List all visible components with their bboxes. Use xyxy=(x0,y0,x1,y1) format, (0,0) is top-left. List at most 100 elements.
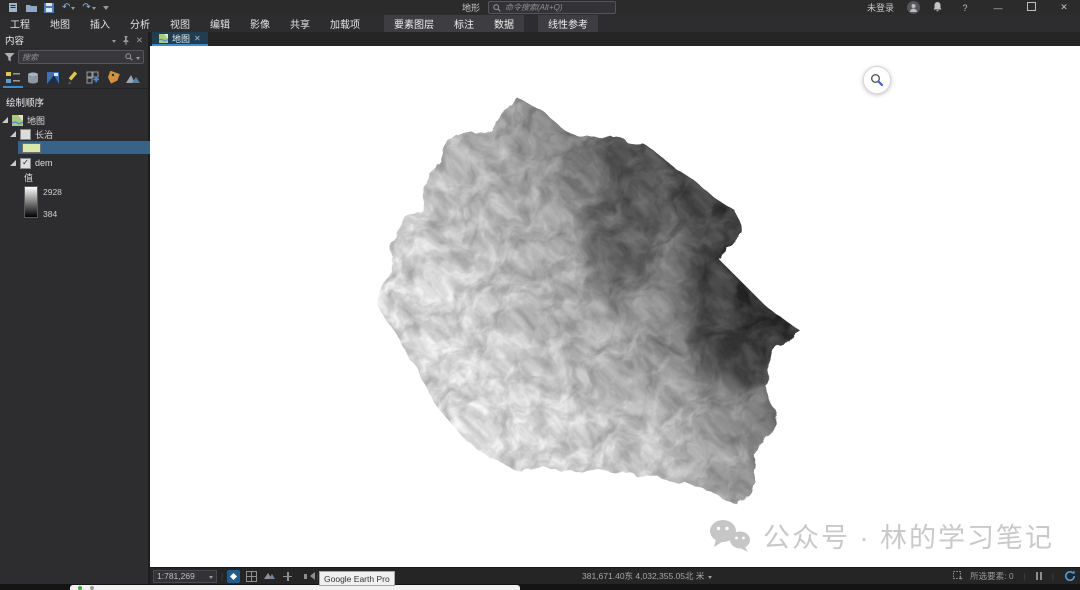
symbol-row-selected[interactable] xyxy=(18,141,150,154)
account-avatar[interactable] xyxy=(907,1,920,14)
search-options-chevron-icon[interactable] xyxy=(136,57,140,62)
list-by-editing-icon[interactable] xyxy=(65,70,80,85)
status-bar: 1:781,269 | | 381,671.40东 4,032,355.05北 … xyxy=(150,567,1080,584)
close-button[interactable]: ✕ xyxy=(1054,2,1074,13)
taskbar-tooltip: Google Earth Pro xyxy=(319,571,395,586)
grid-icon xyxy=(246,571,257,582)
coordinate-units-chevron-icon[interactable] xyxy=(708,576,712,581)
watermark: 公众号 · 林的学习笔记 xyxy=(709,516,1054,555)
list-by-drawing-order-icon[interactable] xyxy=(5,70,20,85)
background-window-edge xyxy=(70,585,520,590)
divider: | xyxy=(1024,571,1026,581)
layer-visibility-checkbox[interactable] xyxy=(20,129,31,140)
search-icon xyxy=(493,4,501,12)
explore-tool-button[interactable] xyxy=(227,570,240,583)
tree-node-layer-changzhi[interactable]: 长治 xyxy=(0,127,148,141)
ramp-max-value: 2928 xyxy=(43,187,62,197)
maximize-button[interactable] xyxy=(1021,2,1041,13)
open-project-icon[interactable] xyxy=(26,3,37,13)
sign-in-status[interactable]: 未登录 xyxy=(867,1,894,14)
contents-search-input[interactable]: 搜索 xyxy=(18,50,144,64)
ribbon-tab-project[interactable]: 工程 xyxy=(0,14,40,33)
undo-button[interactable]: ↶ xyxy=(62,3,75,13)
ribbon-tab-data[interactable]: 数据 xyxy=(484,14,524,33)
list-by-labeling-icon[interactable] xyxy=(85,70,100,85)
terrain-toggle-button[interactable] xyxy=(263,570,276,583)
search-icon xyxy=(125,53,133,61)
redo-button[interactable]: ↷ xyxy=(82,3,95,13)
ribbon-tab-edit[interactable]: 编辑 xyxy=(200,14,240,33)
notifications-button[interactable] xyxy=(933,2,942,14)
ribbon-tab-addins[interactable]: 加载项 xyxy=(320,14,370,33)
layer-name[interactable]: dem xyxy=(35,158,53,168)
redo-dropdown-icon[interactable] xyxy=(92,7,96,12)
pin-icon[interactable] xyxy=(122,36,130,45)
contents-pane-title: 内容 xyxy=(5,33,24,47)
polygon-symbol-swatch[interactable] xyxy=(22,143,41,153)
close-pane-icon[interactable]: ✕ xyxy=(136,35,143,46)
plus-icon xyxy=(283,572,292,581)
tree-node-layer-dem[interactable]: ✓ dem xyxy=(0,156,148,170)
selection-icon xyxy=(953,571,964,581)
pane-menu-chevron-icon[interactable] xyxy=(112,36,116,45)
layer-visibility-checkbox[interactable]: ✓ xyxy=(20,158,31,169)
contextual-tab-group-feature-layer: 要素图层 标注 数据 xyxy=(384,15,524,32)
ribbon-tab-linear-referencing[interactable]: 线性参考 xyxy=(538,14,598,33)
tree-node-map[interactable]: 地图 xyxy=(0,113,148,127)
background-window-icon xyxy=(90,586,94,590)
snap-toggle-button[interactable] xyxy=(281,570,294,583)
filter-funnel-icon[interactable] xyxy=(4,52,15,63)
customize-qat-chevron-icon[interactable] xyxy=(103,6,109,13)
list-by-perspective-icon[interactable] xyxy=(125,70,140,85)
ribbon-tab-share[interactable]: 共享 xyxy=(280,14,320,33)
locate-search-button[interactable] xyxy=(863,66,891,94)
ribbon-tab-view[interactable]: 视图 xyxy=(160,14,200,33)
tooltip-text: Google Earth Pro xyxy=(324,574,390,584)
list-by-data-source-icon[interactable] xyxy=(25,70,40,85)
expander-icon[interactable] xyxy=(10,160,16,166)
minimize-button[interactable]: — xyxy=(988,3,1008,13)
scale-dropdown-icon[interactable] xyxy=(209,576,213,581)
magnifier-icon xyxy=(870,73,884,87)
help-button[interactable]: ? xyxy=(955,3,975,13)
coordinate-readout[interactable]: 381,671.40东 4,032,355.05北 米 xyxy=(582,570,704,582)
list-by-charts-icon[interactable] xyxy=(105,70,120,85)
ribbon-tab-analysis[interactable]: 分析 xyxy=(120,14,160,33)
dem-raster-layer xyxy=(150,46,1080,567)
new-project-icon[interactable] xyxy=(8,3,19,13)
map-canvas[interactable]: 公众号 · 林的学习笔记 xyxy=(150,46,1080,567)
refresh-icon[interactable] xyxy=(1064,570,1076,582)
ribbon-tab-map[interactable]: 地图 xyxy=(40,14,80,33)
grid-toggle-button[interactable] xyxy=(245,570,258,583)
expander-icon[interactable] xyxy=(2,117,8,123)
title-bar: ↶ ↷ 地形 命令搜索(Alt+Q) 未登录 ? — ✕ xyxy=(0,0,1080,15)
drawing-order-label: 绘制顺序 xyxy=(0,89,148,113)
contents-pane: 内容 ✕ 搜索 绘制顺序 xyxy=(0,32,150,584)
map-tab-label[interactable]: 地图 xyxy=(172,32,190,45)
ribbon-tab-insert[interactable]: 插入 xyxy=(80,14,120,33)
selected-features-count[interactable]: 所选要素: 0 xyxy=(970,570,1013,582)
close-tab-icon[interactable]: ✕ xyxy=(194,34,201,43)
layer-tree: 地图 长治 ✓ dem 值 2928 384 xyxy=(0,113,148,219)
pause-drawing-button[interactable] xyxy=(1036,572,1042,580)
map-view-tab[interactable]: 地图 ✕ xyxy=(152,32,208,46)
scale-combobox[interactable]: 1:781,269 xyxy=(153,570,217,583)
command-search-input[interactable]: 命令搜索(Alt+Q) xyxy=(488,1,616,14)
undo-dropdown-icon[interactable] xyxy=(71,7,75,12)
person-icon xyxy=(909,3,918,12)
ribbon-tab-feature-layer[interactable]: 要素图层 xyxy=(384,14,444,33)
ribbon-tab-imagery[interactable]: 影像 xyxy=(240,14,280,33)
ramp-min-value: 384 xyxy=(43,209,62,219)
layer-name[interactable]: 长治 xyxy=(35,128,53,141)
save-project-icon[interactable] xyxy=(44,3,55,13)
map-icon xyxy=(159,34,168,43)
bell-icon xyxy=(933,2,942,12)
expander-icon[interactable] xyxy=(10,131,16,137)
ribbon-tab-labeling[interactable]: 标注 xyxy=(444,14,484,33)
map-notifications-button[interactable] xyxy=(299,570,312,583)
map-group-label[interactable]: 地图 xyxy=(27,114,45,127)
list-by-snapping-icon[interactable] xyxy=(45,70,60,85)
ribbon-tab-bar: 工程 地图 插入 分析 视图 编辑 影像 共享 加载项 要素图层 标注 数据 线… xyxy=(0,15,1080,32)
project-scope-label: 地形 xyxy=(462,1,480,14)
map-icon xyxy=(12,115,23,126)
